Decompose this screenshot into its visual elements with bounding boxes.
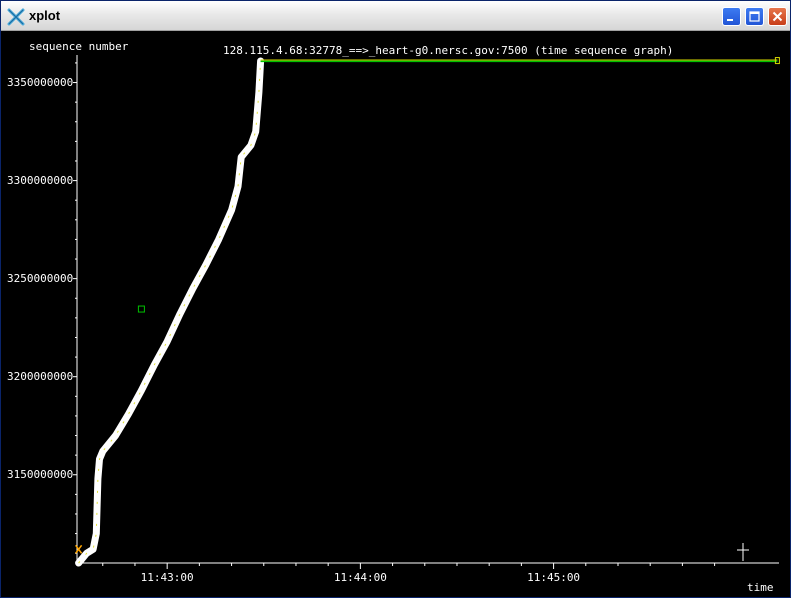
maximize-button[interactable]	[745, 7, 764, 26]
y-tick-label: 3300000000	[7, 173, 74, 187]
y-tick-label: 3350000000	[7, 75, 74, 89]
minimize-button[interactable]	[722, 7, 741, 26]
x-axis-label: time	[747, 581, 774, 594]
sack-marker	[137, 305, 145, 313]
xplot-x-icon	[7, 8, 25, 26]
data-segment-marks	[78, 60, 262, 564]
minimize-icon	[727, 19, 733, 21]
graph-title: 128.115.4.68:32778_==>_heart-g0.nersc.go…	[223, 44, 674, 57]
xplot-window: xplot sequence number 128.115.4.68:32778…	[0, 0, 791, 598]
x-tick-label: 11:43:00	[140, 571, 194, 584]
y-axis-label: sequence number	[29, 40, 129, 53]
close-button[interactable]	[768, 7, 787, 26]
y-tick-label: 3150000000	[7, 467, 74, 481]
y-tick-label: 3250000000	[7, 271, 74, 285]
y-tick-label: 3200000000	[7, 369, 74, 383]
window-end-marker	[774, 57, 780, 65]
x-tick-label: 11:44:00	[333, 571, 387, 584]
time-sequence-plot[interactable]	[1, 31, 790, 597]
x-tick-label: 11:45:00	[527, 571, 581, 584]
close-icon	[772, 11, 783, 22]
title-bar[interactable]: xplot	[1, 1, 790, 31]
window-title: xplot	[29, 8, 61, 23]
maximize-icon	[749, 11, 760, 22]
plot-area[interactable]: sequence number 128.115.4.68:32778_==>_h…	[1, 31, 790, 597]
data-segment-band	[75, 57, 265, 567]
